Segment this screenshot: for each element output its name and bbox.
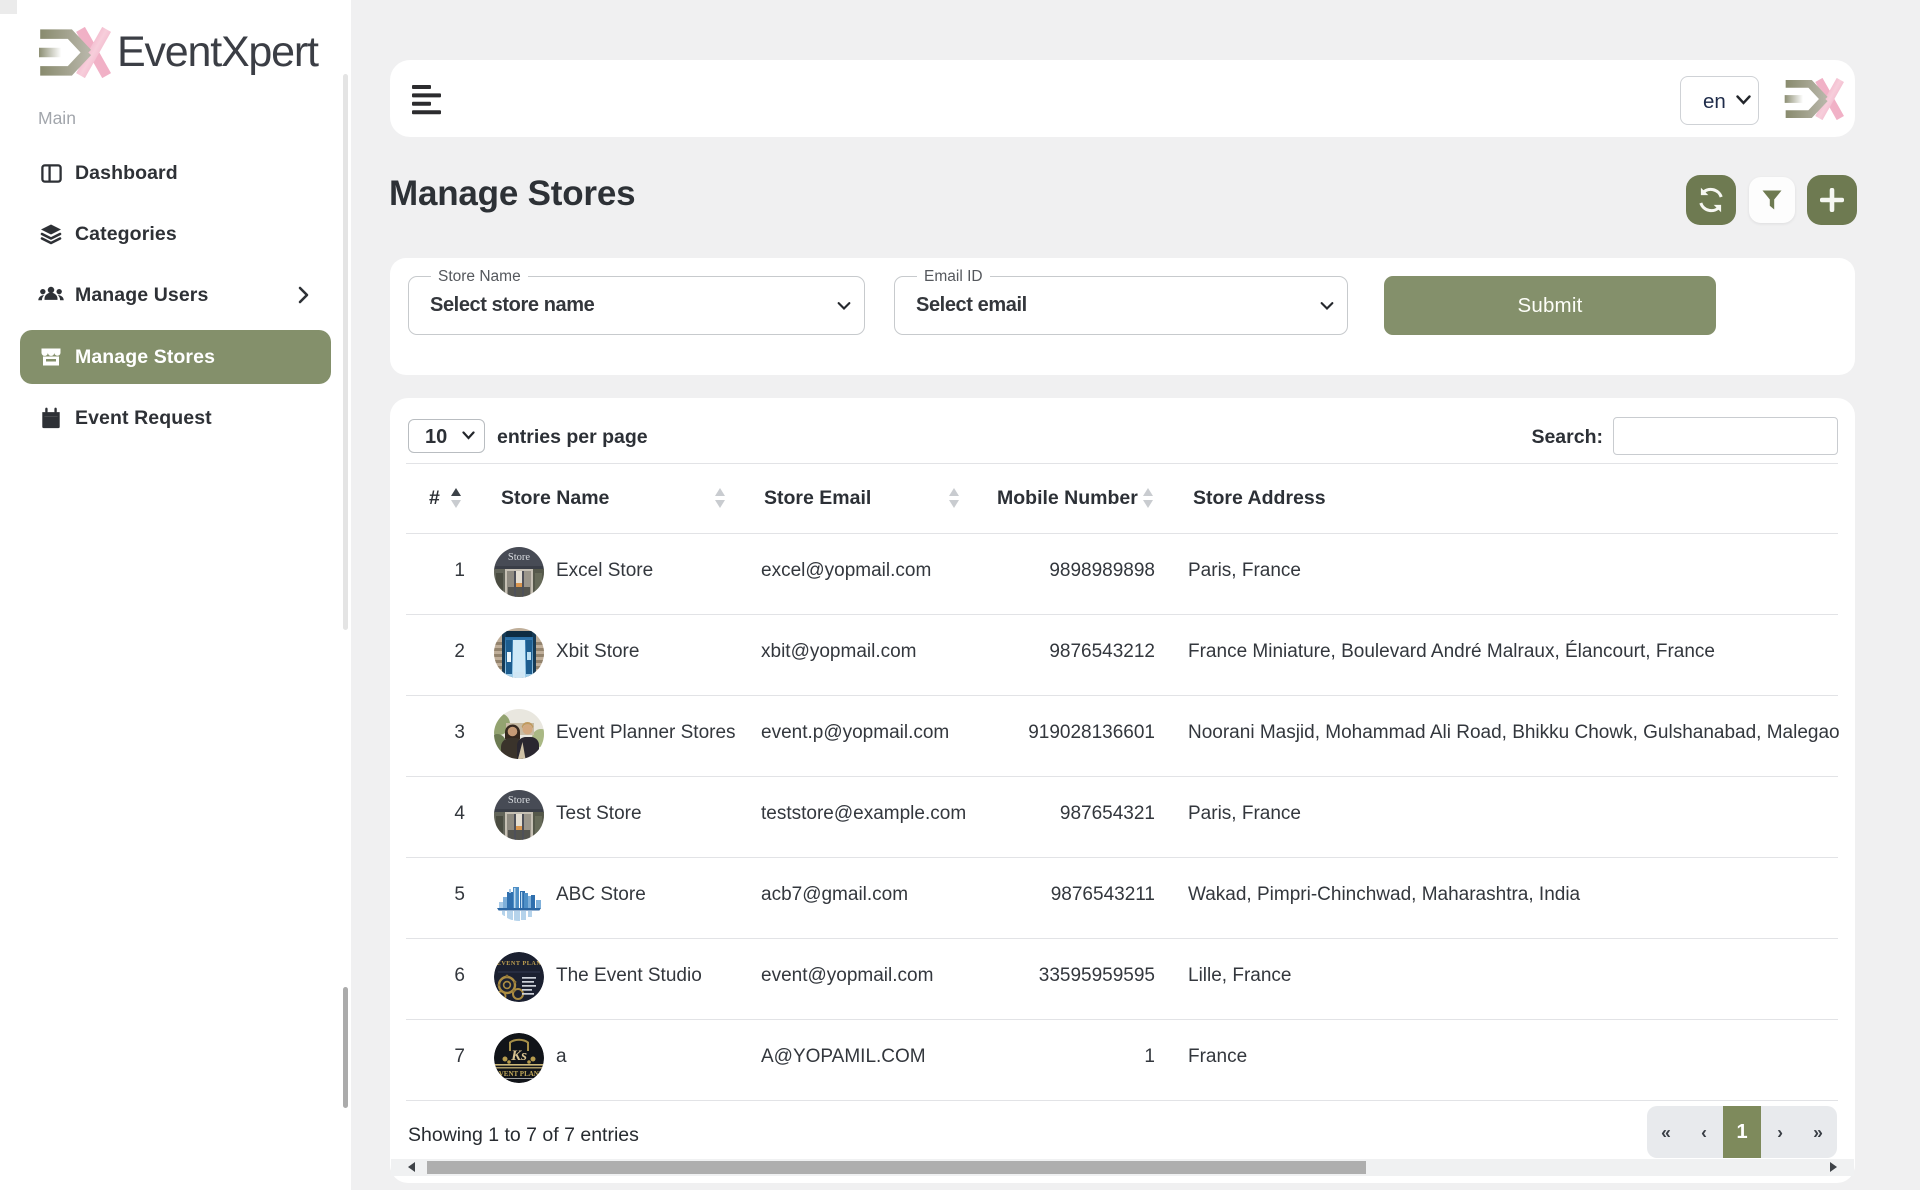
svg-text:Store: Store bbox=[508, 795, 531, 806]
svg-text:Ks: Ks bbox=[510, 1048, 527, 1064]
svg-text:EVENT PLANN: EVENT PLANN bbox=[494, 1070, 544, 1078]
svg-text:Store: Store bbox=[508, 552, 531, 563]
svg-text:EVENT PLAN: EVENT PLAN bbox=[497, 960, 542, 967]
